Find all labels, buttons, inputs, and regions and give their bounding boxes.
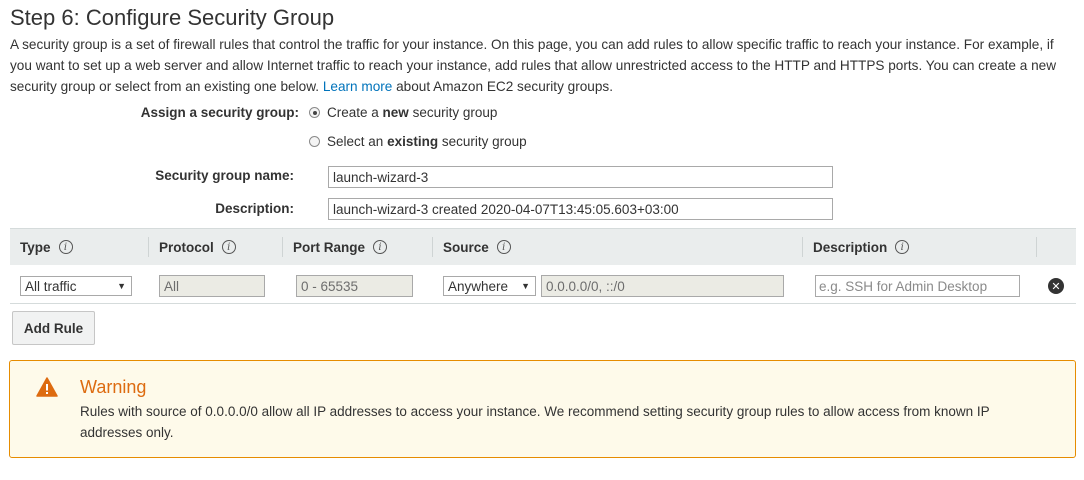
- learn-more-link[interactable]: Learn more: [323, 79, 393, 94]
- assign-security-group-label: Assign a security group:: [140, 105, 299, 120]
- warning-message: Rules with source of 0.0.0.0/0 allow all…: [80, 404, 990, 440]
- security-group-name-input[interactable]: [328, 166, 833, 188]
- intro-paragraph: A security group is a set of firewall ru…: [10, 34, 1076, 97]
- chevron-down-icon: ▼: [521, 281, 530, 291]
- rule-protocol-field: All: [159, 275, 265, 297]
- radio-select-existing[interactable]: Select an existing security group: [309, 134, 527, 149]
- column-type: Type i: [20, 229, 73, 265]
- info-icon[interactable]: i: [373, 240, 388, 254]
- radio-create-new-label: Create a new security group: [327, 105, 498, 120]
- rules-table-header: Type i Protocol i Port Range i Source i …: [10, 228, 1076, 265]
- column-source: Source i: [443, 229, 511, 265]
- column-divider: [1036, 237, 1037, 257]
- warning-title: Warning: [80, 377, 147, 397]
- radio-create-new-button[interactable]: [309, 107, 320, 118]
- column-divider: [802, 237, 803, 257]
- info-icon[interactable]: i: [895, 240, 910, 254]
- warning-alert: Warning Rules with source of 0.0.0.0/0 a…: [9, 360, 1076, 458]
- rule-source-select[interactable]: Anywhere ▼: [443, 276, 536, 296]
- radio-select-existing-label: Select an existing security group: [327, 134, 527, 149]
- column-description: Description i: [813, 229, 910, 265]
- info-icon[interactable]: i: [496, 240, 511, 254]
- column-divider: [432, 237, 433, 257]
- warning-icon: [36, 377, 58, 397]
- radio-create-new[interactable]: Create a new security group: [309, 105, 497, 120]
- security-group-name-label: Security group name:: [155, 168, 294, 183]
- intro-tail-text: about Amazon EC2 security groups.: [396, 79, 613, 94]
- column-divider: [282, 237, 283, 257]
- info-icon[interactable]: i: [58, 240, 73, 254]
- column-divider: [148, 237, 149, 257]
- info-icon[interactable]: i: [221, 240, 236, 254]
- rule-port-range-field: 0 - 65535: [296, 275, 413, 297]
- column-port-range: Port Range i: [293, 229, 388, 265]
- rule-source-cidr-field: 0.0.0.0/0, ::/0: [541, 275, 784, 297]
- page-title: Step 6: Configure Security Group: [10, 5, 335, 30]
- chevron-down-icon: ▼: [117, 281, 126, 291]
- description-label: Description:: [215, 201, 294, 216]
- rule-description-input[interactable]: [815, 275, 1020, 297]
- row-divider: [10, 303, 1076, 304]
- rule-type-select[interactable]: All traffic ▼: [20, 276, 132, 296]
- description-input[interactable]: [328, 198, 833, 220]
- column-protocol: Protocol i: [159, 229, 236, 265]
- radio-select-existing-button[interactable]: [309, 136, 320, 147]
- remove-rule-icon[interactable]: ✕: [1048, 278, 1064, 294]
- add-rule-button[interactable]: Add Rule: [12, 311, 95, 345]
